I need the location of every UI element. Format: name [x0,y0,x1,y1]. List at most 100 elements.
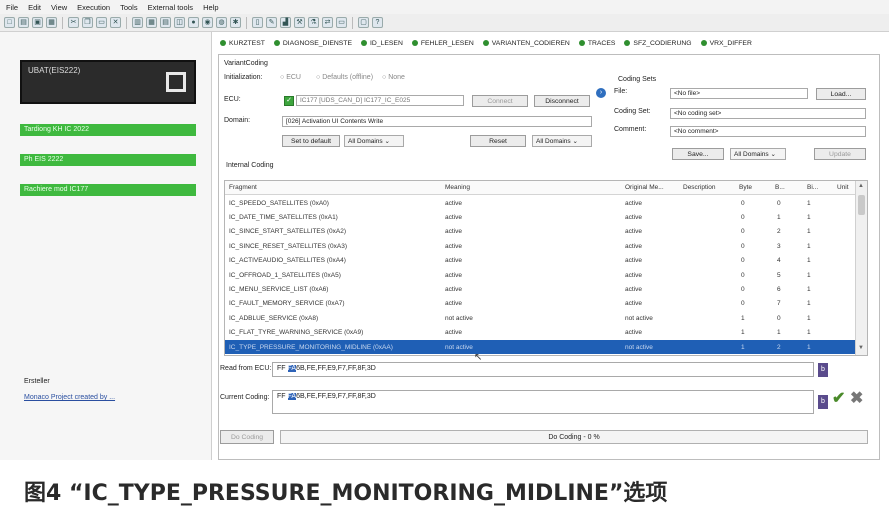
connect-button[interactable]: Connect [472,95,528,107]
copy-icon[interactable]: ❐ [82,17,93,28]
flask-icon[interactable]: ⚗ [308,17,319,28]
save-icon[interactable]: ▣ [32,17,43,28]
table-row[interactable]: IC_ADBLUE_SERVICE (0xA8) not active not ac… [225,311,855,325]
trace-icon[interactable]: ⇄ [322,17,333,28]
new-file-icon[interactable]: □ [4,17,15,28]
file-icon[interactable]: ▭ [336,17,347,28]
all-domains-dropdown[interactable]: All Domains ⌄ [344,135,404,147]
column-header-bi[interactable]: Bi... [807,184,818,191]
scroll-thumb[interactable] [858,195,865,215]
cell-byte: 0 [741,228,745,236]
menu-tools[interactable]: Tools [120,3,138,12]
domain-select[interactable]: [026] Activation UI Contents Write [282,116,592,127]
tab-fehler-lesen[interactable]: FEHLER_LESEN [411,40,474,47]
binary-view-button[interactable]: b [818,395,828,409]
update-button[interactable]: Update [814,148,866,160]
read-from-ecu-field[interactable]: FF FA6B,FE,FF,E9,F7,FF,8F,3D [272,362,814,377]
page-icon[interactable]: ▯ [252,17,263,28]
ecu-select[interactable]: IC177 [UDS_CAN_D] IC177_IC_E025 [296,95,464,106]
table-scrollbar[interactable]: ▲ ▼ [855,181,867,355]
menu-external-tools[interactable]: External tools [148,3,193,12]
column-header-b[interactable]: B... [775,184,785,191]
tab-sfz-codierung[interactable]: SFZ_CODIERUNG [624,40,692,47]
save-button[interactable]: Save... [672,148,724,160]
record-icon[interactable]: ● [188,17,199,28]
stop-icon[interactable]: ◍ [216,17,227,28]
tab-diagnose-dienste[interactable]: DIAGNOSE_DIENSTE [273,40,352,47]
menu-view[interactable]: View [51,3,67,12]
table-row[interactable]: IC_SINCE_RESET_SATELLITES (0xA3) active ac… [225,239,855,253]
init-option-ecu[interactable]: ○ ECU [280,74,301,81]
reset-button[interactable]: Reset [470,135,526,147]
cut-icon[interactable]: ✂ [68,17,79,28]
table-row[interactable]: IC_OFFROAD_1_SATELLITES (0xA5) active acti… [225,268,855,282]
help-icon[interactable]: ? [372,17,383,28]
connect-icon[interactable]: ◉ [202,17,213,28]
arrow-right-icon[interactable]: › [596,88,606,98]
column-header-fragment[interactable]: Fragment [229,184,257,191]
table-row[interactable]: IC_ACTIVEAUDIO_SATELLITES (0xA4) active ac… [225,254,855,268]
cell-bi: 1 [807,242,811,250]
column-header-byte[interactable]: Byte [739,184,752,191]
load-button[interactable]: Load... [816,88,866,100]
menu-execution[interactable]: Execution [77,3,110,12]
init-option-none[interactable]: ○ None [382,74,405,81]
binary-view-button[interactable]: b [818,363,828,377]
column-header-unit[interactable]: Unit [837,184,849,191]
delete-icon[interactable]: ✕ [110,17,121,28]
all-domains-dropdown-right[interactable]: All Domains ⌄ [532,135,592,147]
settings-icon[interactable]: ✱ [230,17,241,28]
menu-edit[interactable]: Edit [28,3,41,12]
tab-traces[interactable]: TRACES [578,39,616,47]
table-row[interactable]: IC_FAULT_MEMORY_SERVICE (0xA7) active acti… [225,297,855,311]
ubat-status-box: UBAT(EIS222) [20,60,196,104]
table-row[interactable]: IC_FLAT_TYRE_WARNING_SERVICE (0xA9) activ… [225,326,855,340]
open-folder-icon[interactable]: ▤ [18,17,29,28]
checkbox-checked-icon[interactable]: ✓ [284,96,294,106]
paste-icon[interactable]: ▭ [96,17,107,28]
comment-field[interactable]: <No comment> [670,126,866,137]
chart-icon[interactable]: ▟ [280,17,291,28]
window-icon[interactable]: ▢ [358,17,369,28]
current-coding-field[interactable]: FF FA6B,FE,FF,E9,F7,FF,8F,3D [272,390,814,414]
monaco-project-link[interactable]: Monaco Project created by ... [24,394,115,401]
column-header-meaning[interactable]: Meaning [445,184,470,191]
coding-sets-domains-dropdown[interactable]: All Domains ⌄ [730,148,786,160]
cell-byte: 0 [741,271,745,279]
file-field[interactable]: <No file> [670,88,808,99]
scroll-up-icon[interactable]: ▲ [858,183,865,191]
table-row[interactable]: IC_DATE_TIME_SATELLITES (0xA1) active acti… [225,210,855,224]
discard-x-icon[interactable]: ✖ [850,388,863,408]
tab-id-lesen[interactable]: ID_LESEN [361,40,403,47]
disconnect-button[interactable]: Disconnect [534,95,590,107]
tab-kurztest[interactable]: KURZTEST [220,40,265,47]
dropdown-label: All Domains [734,151,769,158]
save-all-icon[interactable]: ▦ [46,17,57,28]
menu-file[interactable]: File [6,3,18,12]
scroll-down-icon[interactable]: ▼ [858,345,865,353]
figure-caption: 图4 “IC_TYPE_PRESSURE_MONITORING_MIDLINE”… [24,481,668,506]
brush-icon[interactable]: ✎ [266,17,277,28]
tab-vrx-differ[interactable]: VRX_DIFFER [700,40,752,47]
set-to-default-button[interactable]: Set to default [282,135,340,147]
grid-icon[interactable]: ▦ [146,17,157,28]
table-row[interactable]: IC_MENU_SERVICE_LIST (0xA6) active active 0… [225,282,855,296]
table-row[interactable]: IC_SINCE_START_SATELLITES (0xA2) active ac… [225,225,855,239]
do-coding-button[interactable]: Do Coding [220,430,274,444]
tool-icon[interactable]: ⚒ [294,17,305,28]
diagram-icon[interactable]: ◫ [174,17,185,28]
init-option-defaults[interactable]: ○ Defaults (offline) [316,74,373,81]
accept-checkmark-icon[interactable]: ✔ [832,388,845,408]
coding-set-select[interactable]: <No coding set> [670,108,866,119]
column-header-original-meaning[interactable]: Original Me... [625,184,664,191]
tab-label: TRACES [587,39,616,47]
status-dot-icon [411,40,418,46]
cell-fragment: IC_DATE_TIME_SATELLITES (0xA1) [229,213,338,221]
table-row[interactable]: IC_TYPE_PRESSURE_MONITORING_MIDLINE (0xA… [225,340,855,355]
column-header-description[interactable]: Description [683,184,716,191]
tab-varianten-codieren[interactable]: VARIANTEN_CODIEREN [482,40,570,47]
menu-help[interactable]: Help [203,3,218,12]
table-icon[interactable]: ▤ [160,17,171,28]
layout-icon[interactable]: ▥ [132,17,143,28]
table-row[interactable]: IC_SPEEDO_SATELLITES (0xA0) active active 0… [225,196,855,210]
